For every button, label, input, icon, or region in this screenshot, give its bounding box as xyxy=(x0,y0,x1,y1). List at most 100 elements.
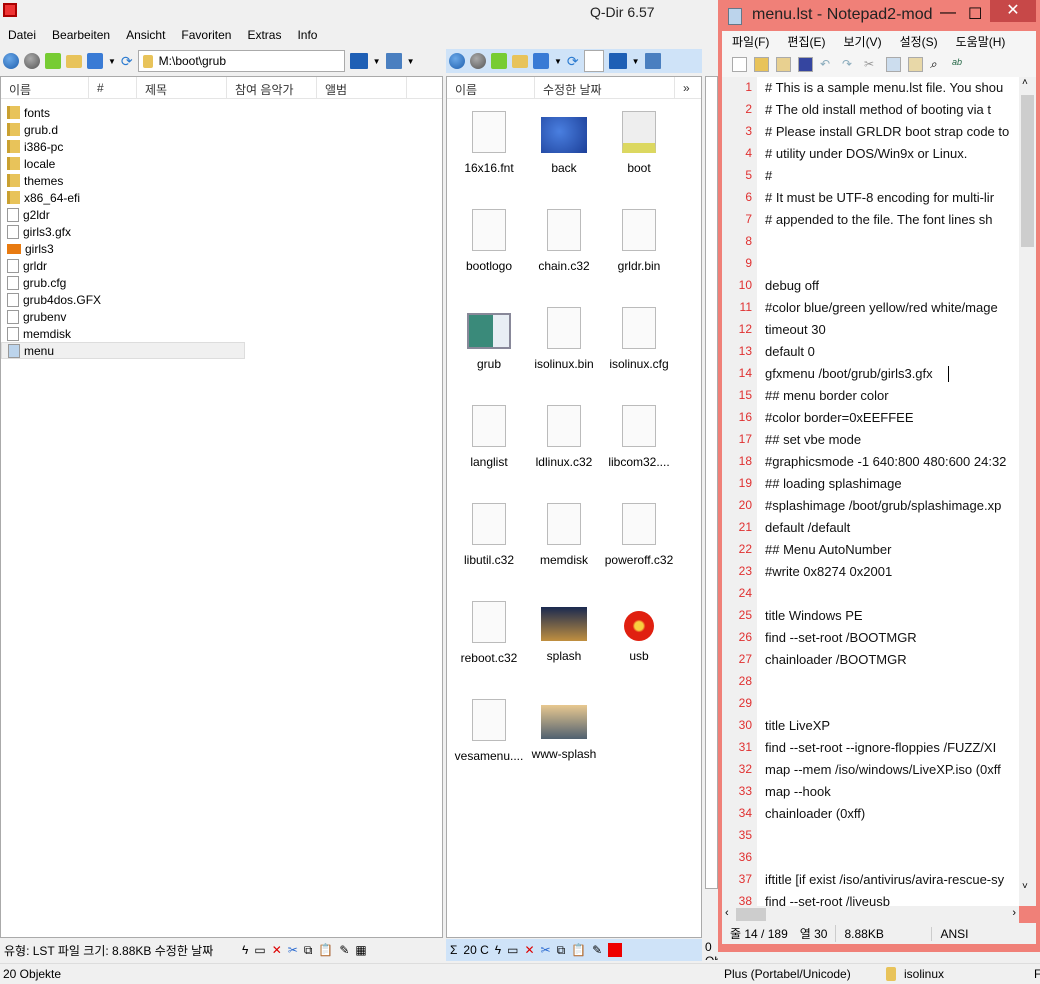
lightning-icon[interactable]: ϟ xyxy=(242,943,248,957)
file-row[interactable]: menu xyxy=(1,342,245,359)
horizontal-scroll-thumb[interactable] xyxy=(736,908,766,921)
close-button[interactable]: ✕ xyxy=(990,0,1036,22)
back-icon[interactable] xyxy=(3,53,19,69)
replace-icon[interactable]: ab xyxy=(952,57,967,72)
scroll-right-icon[interactable]: › xyxy=(1012,907,1016,919)
file-row[interactable]: grubenv xyxy=(1,308,442,325)
file-row[interactable]: grub.d xyxy=(1,121,442,138)
window-icon[interactable]: ▭ xyxy=(507,943,518,957)
menu-file[interactable]: 파일(F) xyxy=(722,31,777,51)
window-icon[interactable]: ▭ xyxy=(254,943,265,957)
browse-icon[interactable] xyxy=(776,56,791,72)
paste-icon[interactable]: 📋 xyxy=(571,943,586,957)
scroll-down-icon[interactable]: ˅ xyxy=(1022,881,1028,892)
vertical-scrollbar[interactable]: ˄ ˅ xyxy=(1019,77,1036,906)
paste-icon[interactable] xyxy=(908,56,923,72)
view-mode-icon[interactable] xyxy=(533,53,549,69)
file-row[interactable]: girls3 xyxy=(1,240,442,257)
icon-item[interactable]: vesamenu.... xyxy=(450,699,528,763)
notepad-app-icon[interactable] xyxy=(728,8,742,25)
vertical-scroll-thumb[interactable] xyxy=(1021,95,1034,247)
icon-item[interactable]: 16x16.fnt xyxy=(450,111,528,175)
cut-icon[interactable]: ✂ xyxy=(288,943,298,957)
minimize-button[interactable]: — xyxy=(940,4,956,22)
menu-favoriten[interactable]: Favoriten xyxy=(173,24,239,46)
icon-item[interactable]: chain.c32 xyxy=(525,209,603,273)
cut-icon[interactable]: ✂ xyxy=(541,943,551,957)
new-folder-icon[interactable] xyxy=(512,54,528,68)
paste-icon[interactable]: 📋 xyxy=(318,943,333,957)
scroll-left-icon[interactable]: ‹ xyxy=(725,907,729,919)
up-folder-icon[interactable] xyxy=(45,53,61,69)
column-artist[interactable]: 참여 음악가 xyxy=(227,77,317,98)
file-row[interactable]: girls3.gfx xyxy=(1,223,442,240)
icon-item[interactable]: grub xyxy=(450,307,528,371)
address-bar[interactable]: M:\boot\grub xyxy=(137,50,345,72)
icon-item[interactable]: langlist xyxy=(450,405,528,469)
menu-extras[interactable]: Extras xyxy=(239,24,289,46)
menu-help[interactable]: 도움말(H) xyxy=(946,31,1014,51)
view-mode-icon[interactable] xyxy=(87,53,103,69)
file-row[interactable]: grldr xyxy=(1,257,442,274)
copy-icon[interactable]: ⧉ xyxy=(557,943,566,958)
rename-icon[interactable]: ✎ xyxy=(339,943,349,957)
icon-item[interactable]: www-splash xyxy=(525,699,603,761)
chevron-down-icon[interactable]: ▼ xyxy=(407,57,415,66)
icon-item[interactable]: reboot.c32 xyxy=(450,601,528,665)
icon-item[interactable]: libcom32.... xyxy=(600,405,678,469)
grid-icon[interactable]: ▦ xyxy=(355,943,366,957)
chevron-down-icon[interactable]: ▼ xyxy=(632,57,640,66)
scroll-up-icon[interactable]: ˄ xyxy=(1022,77,1028,88)
network-icon[interactable] xyxy=(385,53,402,69)
rename-icon[interactable]: ✎ xyxy=(592,943,602,957)
monitor-icon[interactable] xyxy=(608,53,627,69)
new-folder-icon[interactable] xyxy=(66,54,82,68)
refresh-icon[interactable]: ⟳ xyxy=(121,53,133,70)
column-name[interactable]: 이름 xyxy=(447,77,535,98)
delete-icon[interactable]: ✕ xyxy=(524,943,534,957)
menu-ansicht[interactable]: Ansicht xyxy=(118,24,173,46)
icon-item[interactable]: grldr.bin xyxy=(600,209,678,273)
icon-item[interactable]: splash xyxy=(525,601,603,663)
icon-item[interactable]: ldlinux.c32 xyxy=(525,405,603,469)
file-row[interactable]: grub4dos.GFX xyxy=(1,291,442,308)
column-modified[interactable]: 수정한 날짜 xyxy=(535,77,675,98)
lightning-icon[interactable]: ϟ xyxy=(495,943,501,957)
file-row[interactable]: grub.cfg xyxy=(1,274,442,291)
refresh-icon[interactable]: ⟳ xyxy=(567,53,579,70)
icon-item[interactable]: isolinux.cfg xyxy=(600,307,678,371)
column-number[interactable]: # xyxy=(89,77,137,98)
file-row[interactable]: i386-pc xyxy=(1,138,442,155)
cut-icon[interactable]: ✂ xyxy=(864,57,879,72)
find-icon[interactable]: ⌕ xyxy=(930,57,945,72)
chevron-down-icon[interactable]: ▼ xyxy=(373,57,381,66)
file-row[interactable]: themes xyxy=(1,172,442,189)
back-icon[interactable] xyxy=(449,53,465,69)
horizontal-scrollbar[interactable]: ‹ › xyxy=(722,906,1019,923)
chevron-down-icon[interactable]: ▼ xyxy=(554,57,562,66)
network-icon[interactable] xyxy=(644,53,661,69)
icon-item[interactable]: isolinux.bin xyxy=(525,307,603,371)
icon-item[interactable]: poweroff.c32 xyxy=(600,503,678,567)
monitor-icon[interactable] xyxy=(349,53,368,69)
menu-info[interactable]: Info xyxy=(289,24,325,46)
copy-icon[interactable]: ⧉ xyxy=(304,943,313,958)
forward-icon[interactable] xyxy=(470,53,486,69)
icon-item[interactable]: boot xyxy=(600,111,678,175)
menu-edit[interactable]: 편집(E) xyxy=(777,31,833,51)
grid-icon[interactable] xyxy=(608,943,623,957)
icon-item[interactable]: libutil.c32 xyxy=(450,503,528,567)
file-row[interactable]: memdisk xyxy=(1,325,442,342)
address-bar[interactable] xyxy=(583,50,604,72)
new-file-icon[interactable] xyxy=(732,56,747,72)
menu-bearbeiten[interactable]: Bearbeiten xyxy=(44,24,118,46)
undo-icon[interactable]: ↶ xyxy=(820,57,835,72)
icon-item[interactable]: back xyxy=(525,111,603,175)
copy-icon[interactable] xyxy=(886,56,901,72)
file-row[interactable]: g2ldr xyxy=(1,206,442,223)
up-folder-icon[interactable] xyxy=(491,53,507,69)
file-row[interactable]: fonts xyxy=(1,104,442,121)
save-icon[interactable] xyxy=(798,56,813,72)
column-title[interactable]: 제목 xyxy=(137,77,227,98)
redo-icon[interactable]: ↷ xyxy=(842,57,857,72)
